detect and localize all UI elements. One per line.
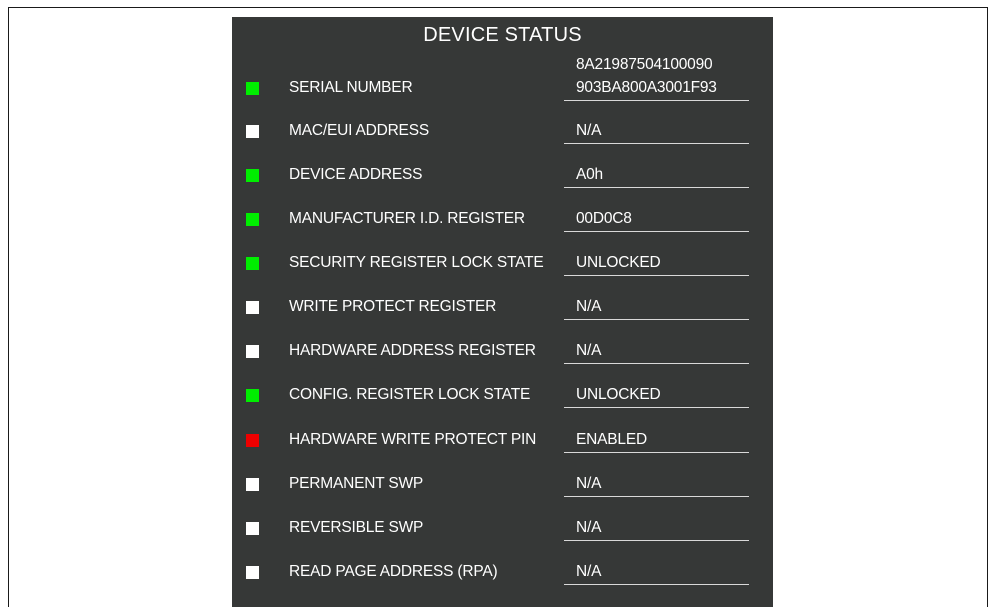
status-indicator-icon xyxy=(246,82,259,95)
panel-title: DEVICE STATUS xyxy=(423,24,582,46)
status-value-field: 00D0C8 xyxy=(564,205,749,232)
status-label: HARDWARE ADDRESS REGISTER xyxy=(289,342,536,359)
window-frame-top xyxy=(8,7,988,8)
status-value-field: UNLOCKED xyxy=(564,381,749,408)
status-value-field: N/A xyxy=(564,293,749,320)
status-label: MAC/EUI ADDRESS xyxy=(289,122,429,139)
status-label: WRITE PROTECT REGISTER xyxy=(289,298,497,315)
status-value: 00D0C8 xyxy=(576,210,632,227)
status-indicator-icon xyxy=(246,125,259,138)
status-indicator-icon xyxy=(246,257,259,270)
status-row-serial-number: SERIAL NUMBER 903BA800A3001F93 xyxy=(232,74,773,104)
status-row-permanent-swp: PERMANENT SWP N/A xyxy=(232,470,773,500)
status-indicator-icon xyxy=(246,522,259,535)
status-value-field: N/A xyxy=(564,470,749,497)
status-value: ENABLED xyxy=(576,431,647,448)
status-value-field: 903BA800A3001F93 xyxy=(564,74,749,101)
status-value-field: N/A xyxy=(564,117,749,144)
status-indicator-icon xyxy=(246,566,259,579)
status-value: UNLOCKED xyxy=(576,254,661,271)
status-indicator-icon xyxy=(246,169,259,182)
status-label: READ PAGE ADDRESS (RPA) xyxy=(289,563,498,580)
device-status-panel: DEVICE STATUS 8A21987504100090 SERIAL NU… xyxy=(232,17,773,607)
status-indicator-icon xyxy=(246,345,259,358)
status-label: REVERSIBLE SWP xyxy=(289,519,424,536)
status-label: SECURITY REGISTER LOCK STATE xyxy=(289,254,544,271)
status-row-reversible-swp: REVERSIBLE SWP N/A xyxy=(232,514,773,544)
status-row-config-register-lock-state: CONFIG. REGISTER LOCK STATE UNLOCKED xyxy=(232,381,773,411)
status-label: SERIAL NUMBER xyxy=(289,79,413,96)
status-indicator-icon xyxy=(246,301,259,314)
status-value-field: N/A xyxy=(564,558,749,585)
status-value-field: N/A xyxy=(564,514,749,541)
serial-number-value-line1: 8A21987504100090 xyxy=(576,56,713,73)
status-label: CONFIG. REGISTER LOCK STATE xyxy=(289,386,531,403)
status-row-hardware-write-protect-pin: HARDWARE WRITE PROTECT PIN ENABLED xyxy=(232,426,773,456)
status-value: N/A xyxy=(576,519,602,536)
status-value: N/A xyxy=(576,475,602,492)
window-frame-right xyxy=(987,7,988,607)
status-indicator-icon xyxy=(246,478,259,491)
status-value-field: UNLOCKED xyxy=(564,249,749,276)
status-row-hardware-address-register: HARDWARE ADDRESS REGISTER N/A xyxy=(232,337,773,367)
status-label: MANUFACTURER I.D. REGISTER xyxy=(289,210,525,227)
status-label: DEVICE ADDRESS xyxy=(289,166,423,183)
status-value: 903BA800A3001F93 xyxy=(576,79,717,96)
status-row-manufacturer-id-register: MANUFACTURER I.D. REGISTER 00D0C8 xyxy=(232,205,773,235)
status-value: A0h xyxy=(576,166,603,183)
status-value-field: ENABLED xyxy=(564,426,749,453)
status-value: N/A xyxy=(576,563,602,580)
status-row-security-register-lock-state: SECURITY REGISTER LOCK STATE UNLOCKED xyxy=(232,249,773,279)
status-indicator-icon xyxy=(246,434,259,447)
status-row-write-protect-register: WRITE PROTECT REGISTER N/A xyxy=(232,293,773,323)
status-value: N/A xyxy=(576,298,602,315)
status-value: UNLOCKED xyxy=(576,386,661,403)
status-indicator-icon xyxy=(246,389,259,402)
status-label: PERMANENT SWP xyxy=(289,475,424,492)
window-frame-left xyxy=(8,7,9,607)
status-value: N/A xyxy=(576,342,602,359)
status-value-field: A0h xyxy=(564,161,749,188)
status-value-field: N/A xyxy=(564,337,749,364)
status-value: N/A xyxy=(576,122,602,139)
status-label: HARDWARE WRITE PROTECT PIN xyxy=(289,431,537,448)
status-indicator-icon xyxy=(246,213,259,226)
status-row-mac-eui-address: MAC/EUI ADDRESS N/A xyxy=(232,117,773,147)
status-row-read-page-address: READ PAGE ADDRESS (RPA) N/A xyxy=(232,558,773,588)
status-row-device-address: DEVICE ADDRESS A0h xyxy=(232,161,773,191)
